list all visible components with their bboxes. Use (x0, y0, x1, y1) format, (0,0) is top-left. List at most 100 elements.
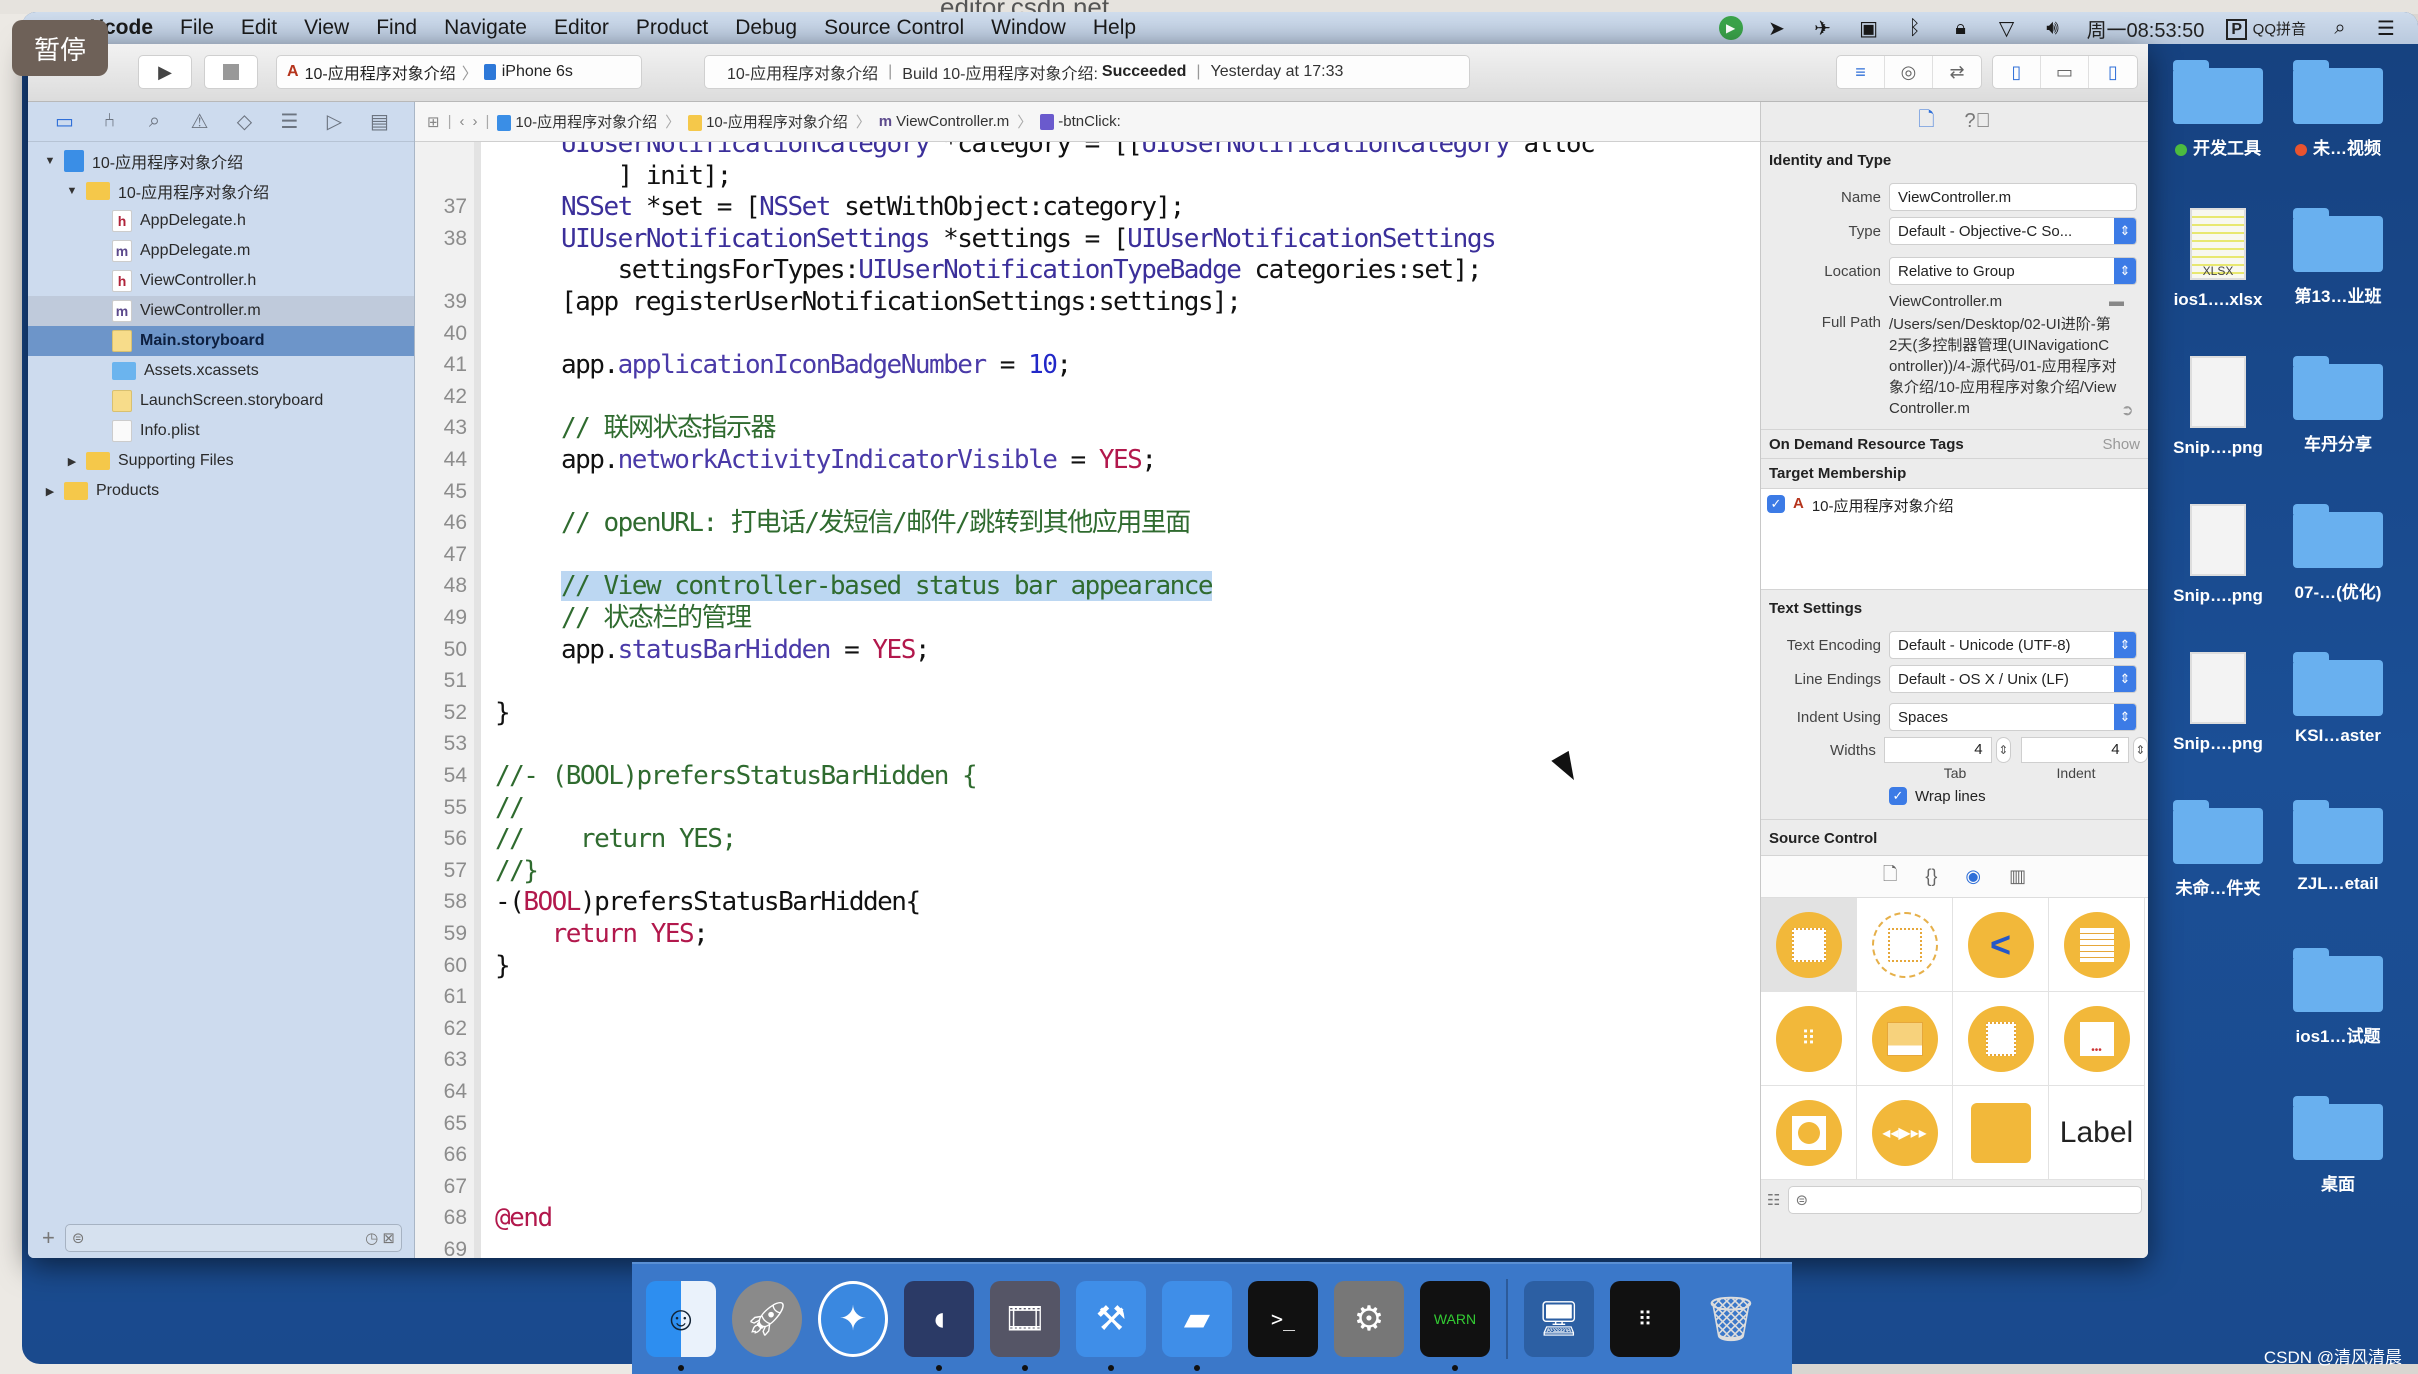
desktop-icon[interactable]: Snip….png (2154, 504, 2282, 606)
downloads-stack-icon[interactable]: ⠿ (1610, 1281, 1680, 1357)
code-line[interactable]: 44 app.networkActivityIndicatorVisible = … (415, 444, 1760, 476)
green-play-icon[interactable]: ▶ (1718, 16, 1743, 40)
on-demand-show-button[interactable]: Show (2102, 436, 2140, 453)
code-line[interactable]: 63 (415, 1044, 1760, 1076)
code-line[interactable]: 50 app.statusBarHidden = YES; (415, 634, 1760, 666)
code-line[interactable]: ] init]; (415, 160, 1760, 192)
object-library-icon[interactable]: ◉ (1965, 866, 1981, 887)
code-line[interactable]: 59 return YES; (415, 918, 1760, 950)
media-library-icon[interactable]: ▥ (2009, 866, 2026, 887)
tree-item[interactable]: ▼ 10-应用程序对象介绍 (28, 146, 414, 176)
indent-width-stepper[interactable]: ⇕ (2132, 737, 2148, 763)
desktop-icon[interactable]: 桌面 (2274, 1096, 2402, 1195)
location-icon[interactable]: ➤ (1765, 16, 1789, 40)
toggle-utilities-icon[interactable]: ▯ (2089, 56, 2137, 88)
disclosure-collapsed-icon[interactable]: ▶ (64, 455, 80, 468)
desktop-icon[interactable]: KSI…aster (2274, 652, 2402, 746)
desktop-icon[interactable]: 未…视频 (2274, 60, 2402, 159)
safari-icon[interactable]: ✦ (818, 1281, 888, 1357)
scm-filter-icon[interactable]: ⊠ (382, 1230, 395, 1247)
desktop-icon[interactable]: 07-…(优化) (2274, 504, 2402, 603)
library-item[interactable] (2049, 898, 2145, 992)
location-popup[interactable]: Relative to Group (1889, 257, 2137, 285)
navigator-filter-input[interactable]: ⊜ ◷ ⊠ (64, 1224, 402, 1252)
code-line[interactable]: 68 @end (415, 1202, 1760, 1234)
menu-view[interactable]: View (304, 16, 349, 40)
code-line[interactable]: 39 [app registerUserNotificationSettings:… (415, 286, 1760, 318)
code-line[interactable]: 60} (415, 950, 1760, 982)
lock-icon[interactable]: 🔒︎ (1949, 16, 1973, 40)
desktop-icon[interactable]: ios1…试题 (2274, 948, 2402, 1047)
tree-item[interactable]: m AppDelegate.m (28, 236, 414, 266)
code-snippet-library-icon[interactable]: {} (1925, 866, 1937, 887)
name-field[interactable]: ViewController.m (1889, 183, 2137, 211)
report-navigator-tab-icon[interactable]: ▤ (357, 109, 402, 134)
tree-item[interactable]: Info.plist (28, 416, 414, 446)
menu-help[interactable]: Help (1093, 16, 1136, 40)
menu-product[interactable]: Product (636, 16, 708, 40)
assistant-editor-icon[interactable]: ◎ (1885, 56, 1933, 88)
back-button[interactable]: ‹ (459, 113, 464, 130)
crumb-group[interactable]: 10-应用程序对象介绍 (688, 111, 848, 132)
screen-sharing-icon[interactable]: 🖥︎ (1524, 1281, 1594, 1357)
crumb-method[interactable]: -btnClick: (1040, 113, 1121, 131)
library-item[interactable] (1857, 898, 1953, 992)
photo-slideshow-icon[interactable]: 🎞︎ (990, 1281, 1060, 1371)
code-line[interactable]: 38 UIUserNotificationSettings *settings =… (415, 223, 1760, 255)
code-line[interactable]: 65 (415, 1108, 1760, 1140)
tree-item[interactable]: Main.storyboard (28, 326, 414, 356)
menu-debug[interactable]: Debug (735, 16, 797, 40)
volume-icon[interactable]: 🔊︎ (2041, 16, 2065, 40)
grid-list-toggle-icon[interactable]: ☷ (1767, 1191, 1780, 1209)
code-line[interactable]: 64 (415, 1076, 1760, 1108)
menu-file[interactable]: File (180, 16, 214, 40)
forward-button[interactable]: › (472, 113, 477, 130)
tab-width-field[interactable]: 4 (1883, 737, 1992, 763)
code-editor[interactable]: UIUserNotificationCategory *category = [… (415, 142, 1760, 1258)
tree-item[interactable]: Assets.xcassets (28, 356, 414, 386)
bluetooth-icon[interactable]: ᛒ (1903, 16, 1927, 40)
terminal-icon[interactable]: >_ (1248, 1281, 1318, 1357)
menu-window[interactable]: Window (991, 16, 1066, 40)
desktop-icon[interactable]: 第13…业班 (2274, 208, 2402, 307)
desktop-icon[interactable]: XLSX ios1….xlsx (2154, 208, 2282, 310)
library-filter-input[interactable]: ⊜ (1788, 1186, 2142, 1214)
toggle-debug-area-icon[interactable]: ▭ (2041, 56, 2089, 88)
code-line[interactable]: 48 // View controller-based status bar ap… (415, 570, 1760, 602)
indent-width-field[interactable]: 4 (2020, 737, 2129, 763)
code-line[interactable]: 51 (415, 665, 1760, 697)
code-line[interactable]: 49 // 状态栏的管理 (415, 602, 1760, 634)
file-inspector-tab-icon[interactable]: 🗋︎ (1918, 105, 1934, 139)
clock[interactable]: 周一08:53:50 (2087, 14, 2205, 43)
disclosure-collapsed-icon[interactable]: ▶ (42, 485, 58, 498)
code-line[interactable]: 66 (415, 1139, 1760, 1171)
code-line[interactable]: 57 //} (415, 855, 1760, 887)
type-popup[interactable]: Default - Objective-C So... (1889, 217, 2137, 245)
code-line[interactable]: 46 // openURL: 打电话/发短信/邮件/跳转到其他应用里面 (415, 507, 1760, 539)
code-line[interactable]: 45 (415, 476, 1760, 508)
line-endings-popup[interactable]: Default - OS X / Unix (LF) (1889, 665, 2137, 693)
spotlight-icon[interactable]: ⌕ (2328, 16, 2352, 40)
library-item[interactable] (1953, 1086, 2049, 1180)
related-items-icon[interactable]: ⊞ (427, 113, 440, 131)
code-line[interactable]: 56 // return YES; (415, 823, 1760, 855)
code-line[interactable]: settingsForTypes:UIUserNotificationTypeB… (415, 254, 1760, 286)
file-template-library-icon[interactable]: 🗋︎ (1883, 862, 1897, 892)
indent-using-popup[interactable]: Spaces (1889, 703, 2137, 731)
code-line[interactable]: 40 (415, 318, 1760, 350)
scheme-selector[interactable]: A 10-应用程序对象介绍 〉 iPhone 6s (276, 55, 642, 89)
desktop-icon[interactable]: Snip….png (2154, 356, 2282, 458)
menu-edit[interactable]: Edit (241, 16, 277, 40)
symbol-navigator-tab-icon[interactable]: ⑃ (87, 110, 132, 133)
recent-files-icon[interactable]: ◷ (365, 1230, 378, 1247)
menu-editor[interactable]: Editor (554, 16, 609, 40)
notification-center-icon[interactable]: ☰ (2374, 16, 2398, 40)
code-line[interactable]: 42 (415, 381, 1760, 413)
launchpad-icon[interactable]: 🚀︎ (732, 1281, 802, 1357)
code-line[interactable]: 43 // 联网状态指示器 (415, 412, 1760, 444)
code-line[interactable]: 52} (415, 697, 1760, 729)
code-line[interactable]: 58 -(BOOL)prefersStatusBarHidden{ (415, 886, 1760, 918)
mouse-app-icon[interactable]: ◖ (904, 1281, 974, 1371)
crumb-file[interactable]: m ViewController.m (879, 113, 1009, 130)
library-item[interactable] (1857, 992, 1953, 1086)
